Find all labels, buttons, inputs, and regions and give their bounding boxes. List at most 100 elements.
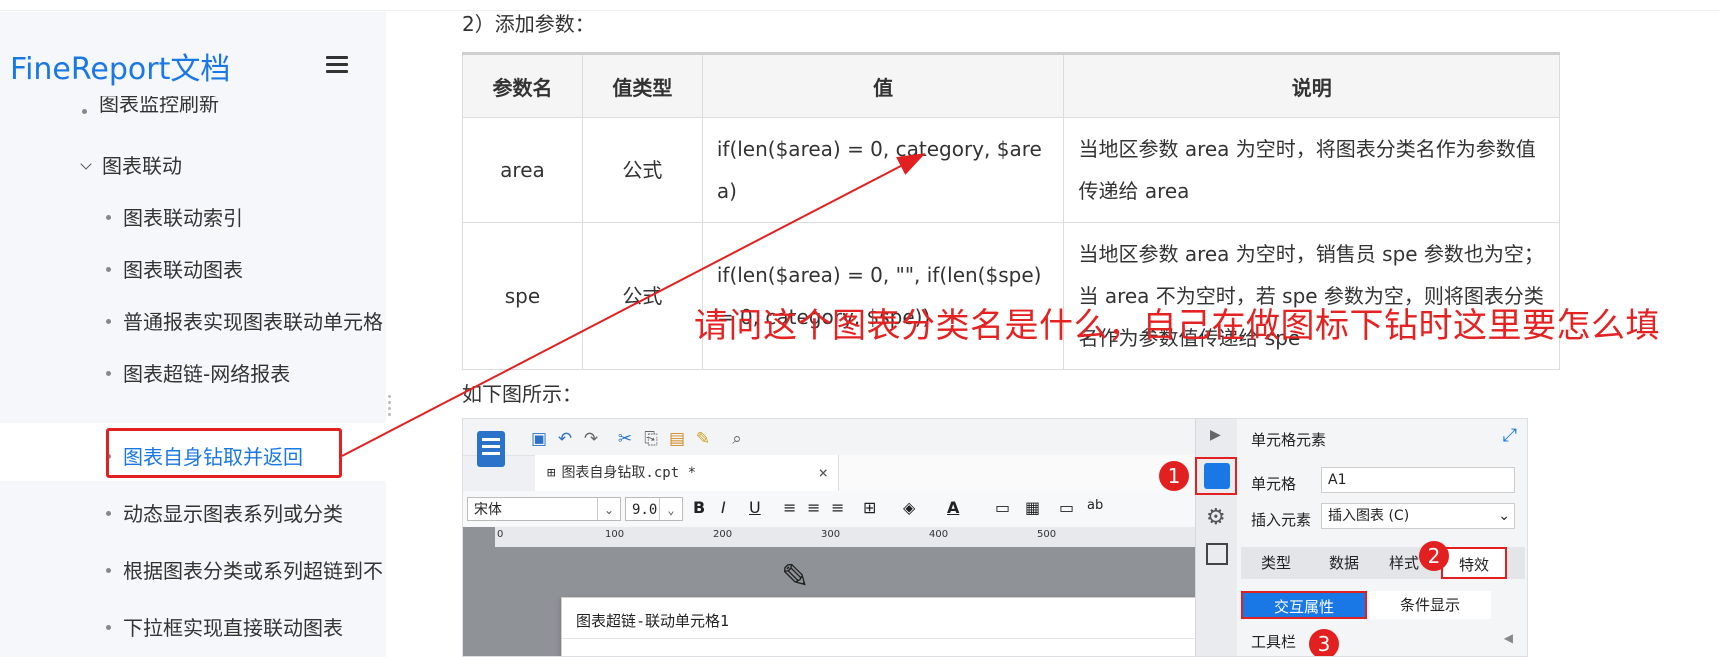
sidebar-group-chart-linkage[interactable]: 图表联动 [80, 150, 182, 179]
vertical-ruler [463, 527, 495, 656]
bullet-icon [106, 568, 111, 573]
column-header: 参数名 [462, 52, 583, 118]
annotation-highlight-box [106, 428, 342, 478]
designer-toolbar: ▣ ↶ ↷ ✂ ⎘ ▤ ✎ ⌕ [463, 419, 1195, 456]
table-cell: 当地区参数 area 为空时，将图表分类名作为参数值传递给 area [1063, 117, 1560, 223]
align-left-icon[interactable]: ≡ [783, 498, 796, 517]
close-icon[interactable]: × [818, 455, 828, 491]
section-heading: 2）添加参数： [462, 12, 595, 36]
insert-select[interactable]: 插入图表 (C) ⌄ [1321, 503, 1515, 529]
border-icon[interactable]: ⊞ [863, 498, 876, 517]
table-icon[interactable]: ▦ [1025, 498, 1040, 517]
chevron-down-icon: ⌄ [1498, 508, 1510, 524]
column-header: 值类型 [581, 52, 703, 118]
table-cell: 公式 [581, 222, 703, 370]
horizontal-ruler: 0 100 200 300 400 500 [495, 527, 1195, 548]
preview-icon: ⌕ [732, 429, 742, 449]
save-icon: ▣ [530, 429, 548, 449]
table-row: area 公式 if(len($area) = 0, category, $ar… [462, 117, 1560, 223]
font-select[interactable]: 宋体 ⌄ [467, 497, 621, 521]
expand-icon[interactable]: ▶ [1210, 427, 1221, 443]
cut-icon: ✂ [617, 429, 633, 449]
bullet-icon [106, 215, 111, 220]
bullet-icon [106, 267, 111, 272]
format-brush-icon: ✎ [695, 429, 711, 449]
brand-title[interactable]: FineReport文档 [10, 44, 230, 88]
font-size-select[interactable]: 9.0 ⌄ [625, 497, 683, 521]
fill-color-icon[interactable]: ◈ [903, 498, 915, 517]
chevron-down-icon: ⌄ [659, 498, 682, 520]
top-divider [0, 10, 1719, 11]
panel-title: 单元格元素 [1251, 431, 1327, 449]
paste-icon: ▤ [668, 429, 686, 449]
cell-label: 单元格 [1251, 475, 1297, 493]
sidebar-item[interactable]: 普通报表实现图表联动单元格 [106, 306, 386, 335]
bullet-icon [82, 109, 87, 114]
ruler-tick: 100 [605, 529, 625, 540]
bullet-icon [106, 625, 111, 630]
text-icon[interactable]: ab [1087, 498, 1103, 513]
dialog-title: 图表超链-联动单元格1 [576, 612, 730, 630]
toolbar-label: 工具栏 [1251, 633, 1297, 651]
align-right-icon[interactable]: ≡ [831, 498, 844, 517]
menu-icon[interactable] [326, 56, 348, 76]
copy-icon: ⎘ [644, 429, 658, 449]
sidebar-item[interactable]: 下拉框实现直接联动图表 [106, 612, 343, 641]
chevron-down-icon [80, 158, 92, 170]
font-color-icon[interactable]: A [947, 498, 959, 517]
grid-icon: ⊞ [547, 465, 556, 481]
collapse-icon[interactable]: ◀ [1504, 631, 1513, 645]
question-annotation: 请问这个图表分类名是什么，自己在做图标下钻时这里要怎么填 [694, 306, 1660, 346]
bullet-icon [106, 511, 111, 516]
tab-label: 图表自身钻取.cpt * [561, 465, 697, 481]
bold-icon[interactable]: B [693, 498, 705, 517]
sidebar-item[interactable]: 图表超链-网络报表 [106, 358, 290, 387]
pin-icon[interactable]: ⤢ [1503, 425, 1517, 446]
widget-icon[interactable]: ⚙ [1206, 505, 1226, 530]
undo-icon: ↶ [557, 429, 573, 449]
sidebar-item[interactable]: 动态显示图表系列或分类 [106, 498, 343, 527]
properties-panel: 单元格元素 ⤢ 单元格 A1 插入元素 插入图表 (C) ⌄ 类型 数据 样式 特… [1237, 419, 1527, 656]
annotation-badge-1: 1 [1159, 461, 1189, 491]
template-tab[interactable]: ⊞ 图表自身钻取.cpt * × [535, 455, 839, 491]
table-header-row: 参数名 值类型 值 说明 [462, 52, 1560, 118]
divider [562, 638, 1228, 639]
subtab-interaction[interactable]: 交互属性 [1241, 591, 1367, 619]
ruler-tick: 0 [497, 529, 504, 540]
table-row: spe 公式 if(len($area) = 0, "", if(len($sp… [462, 222, 1560, 370]
resize-handle[interactable] [388, 395, 392, 417]
insert-label: 插入元素 [1251, 511, 1312, 529]
side-icon-strip: ▶ ⚙ [1195, 419, 1239, 656]
tab-type[interactable]: 类型 [1243, 547, 1309, 579]
bullet-icon [106, 319, 111, 324]
table-cell: area [462, 117, 583, 223]
tab-data[interactable]: 数据 [1311, 547, 1377, 579]
font-toolbar: 宋体 ⌄ 9.0 ⌄ B I U ≡ ≡ ≡ ⊞ ◈ A ▭ ▦ ▭ ab [463, 491, 1195, 528]
sidebar-item[interactable]: 图表联动索引 [106, 202, 243, 231]
table-cell: if(len($area) = 0, category, $area) [701, 117, 1065, 223]
redo-icon: ↷ [583, 429, 599, 449]
sidebar-item[interactable]: 根据图表分类或系列超链到不 [106, 555, 386, 584]
hyperlink-dialog: 图表超链-联动单元格1 [561, 597, 1229, 656]
frame-icon[interactable] [1206, 543, 1228, 565]
italic-icon[interactable]: I [721, 498, 726, 517]
ruler-tick: 400 [929, 529, 949, 540]
column-header: 值 [701, 52, 1065, 118]
sidebar-item[interactable]: 图表监控刷新 [82, 96, 219, 116]
table-cell: 公式 [581, 117, 703, 223]
annotation-badge-3: 3 [1309, 629, 1339, 656]
annotation-badge-2: 2 [1419, 541, 1449, 571]
sidebar-item[interactable]: 图表联动图表 [106, 254, 243, 283]
merge-icon[interactable]: ▭ [995, 498, 1010, 517]
ruler-tick: 200 [713, 529, 733, 540]
table-cell: 当地区参数 area 为空时，销售员 spe 参数也为空；当 area 不为空时… [1063, 222, 1560, 370]
field-icon[interactable]: ▭ [1059, 498, 1074, 517]
tab-effects[interactable]: 特效 [1441, 547, 1507, 579]
align-center-icon[interactable]: ≡ [807, 498, 820, 517]
column-header: 说明 [1063, 52, 1560, 118]
ruler-tick: 500 [1037, 529, 1057, 540]
cell-input[interactable]: A1 [1321, 467, 1515, 493]
underline-icon[interactable]: U [749, 498, 761, 517]
subtab-condition[interactable]: 条件显示 [1369, 591, 1491, 619]
property-tabs: 类型 数据 样式 特效 [1241, 547, 1525, 579]
